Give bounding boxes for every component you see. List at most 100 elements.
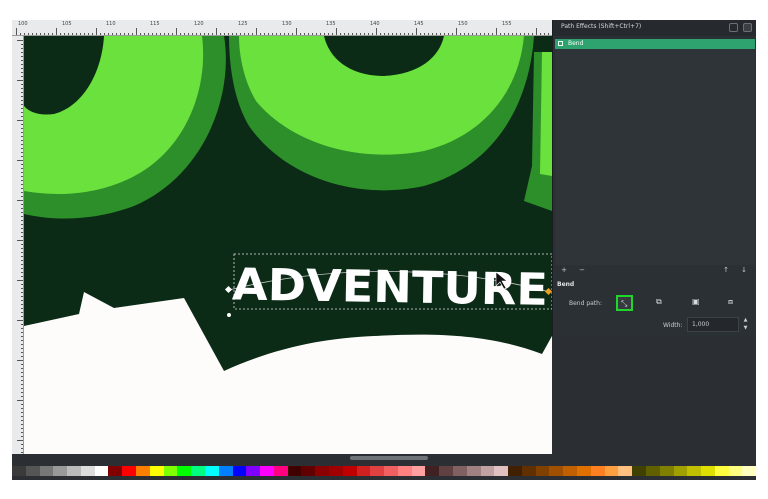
ruler-label: 125 [238,21,248,27]
color-swatch[interactable] [618,466,633,476]
color-swatch[interactable] [218,466,233,476]
color-swatch[interactable] [604,466,619,476]
artwork-svg: ADVENTURE [24,36,552,454]
ruler-tick [256,28,257,35]
edit-on-canvas-button[interactable]: ⤡ [616,295,633,311]
color-swatch[interactable] [232,466,247,476]
bend-path-label: Bend path: [569,300,602,307]
color-swatch[interactable] [163,466,178,476]
ruler-tick [336,28,337,35]
effect-visible-icon[interactable] [558,41,563,46]
color-swatch[interactable] [136,466,150,476]
color-swatch[interactable] [384,466,398,476]
ruler-label: 150 [458,21,468,27]
remove-effect-button[interactable]: − [577,266,587,274]
link-path-button[interactable]: ⧈ [725,295,742,311]
effect-section-title: Bend [557,281,575,288]
ruler-tick [17,440,23,441]
color-swatch[interactable] [453,466,467,476]
color-swatch[interactable] [549,466,564,476]
color-swatch[interactable] [701,466,715,476]
color-swatch[interactable] [315,466,329,476]
color-swatch[interactable] [273,466,288,476]
horizontal-ruler[interactable]: 100 105 110 115 120 125 130 135 140 145 150 155 [12,20,552,36]
color-swatch[interactable] [425,466,440,476]
color-swatch[interactable] [480,466,495,476]
color-swatch[interactable] [260,466,274,476]
add-effect-button[interactable]: + [559,266,569,274]
width-label: Width: [663,322,683,329]
color-swatch[interactable] [287,466,302,476]
color-swatch[interactable] [397,466,412,476]
color-swatch[interactable] [301,466,316,476]
color-swatch[interactable] [191,466,205,476]
color-swatch[interactable] [204,466,219,476]
color-swatch[interactable] [80,466,95,476]
move-up-button[interactable]: ↑ [721,266,731,274]
effect-item-bend[interactable]: Bend [555,39,755,49]
color-swatch[interactable] [673,466,688,476]
copy-path-button[interactable]: ⧉ [653,295,670,311]
horizontal-scrollbar[interactable] [24,454,756,462]
vertical-ruler[interactable] [12,36,24,454]
ruler-tick [17,320,23,321]
ruler-tick [17,80,23,81]
color-swatch[interactable] [645,466,660,476]
color-swatch[interactable] [659,466,674,476]
color-swatch[interactable] [742,466,756,476]
color-swatch[interactable] [122,466,137,476]
panel-title-bar[interactable]: Path Effects (Shift+Ctrl+7) [553,20,756,36]
color-swatch[interactable] [25,466,40,476]
adventure-text[interactable]: ADVENTURE [232,259,549,316]
color-swatch[interactable] [53,466,68,476]
panel-options-icon[interactable] [729,23,738,32]
ruler-tick [496,28,497,35]
color-swatch[interactable] [246,466,261,476]
color-swatch[interactable] [577,466,591,476]
color-swatch[interactable] [356,466,371,476]
width-decrease-icon[interactable]: ▼ [741,325,750,332]
ruler-label: 130 [282,21,292,27]
ruler-label: 145 [414,21,424,27]
color-swatch[interactable] [439,466,453,476]
bend-node-handle[interactable] [227,313,231,317]
color-swatch[interactable] [328,466,343,476]
color-swatch[interactable] [590,466,605,476]
color-swatch[interactable] [39,466,54,476]
color-swatch[interactable] [370,466,385,476]
ruler-label: 140 [370,21,380,27]
color-swatch[interactable] [67,466,81,476]
color-swatch[interactable] [728,466,743,476]
color-swatch[interactable] [508,466,522,476]
drawing-canvas[interactable]: ADVENTURE [24,36,552,454]
ruler-tick [56,28,57,35]
color-swatch[interactable] [494,466,509,476]
color-swatch[interactable] [149,466,164,476]
ruler-tick [17,280,23,281]
color-swatch[interactable] [535,466,550,476]
color-swatch[interactable] [12,466,26,476]
color-swatch[interactable] [342,466,357,476]
color-swatch[interactable] [108,466,123,476]
ruler-tick [456,28,457,35]
link-clone-icon: ⧈ [728,297,734,306]
effect-list[interactable]: Bend [555,39,755,265]
color-swatch[interactable] [94,466,109,476]
color-swatch[interactable] [411,466,426,476]
color-swatch[interactable] [177,466,192,476]
path-effects-panel: Path Effects (Shift+Ctrl+7) Bend + − ↑ ↓… [552,20,756,336]
color-swatch[interactable] [714,466,729,476]
color-swatch[interactable] [632,466,646,476]
color-swatch[interactable] [466,466,481,476]
move-down-button[interactable]: ↓ [739,266,749,274]
ruler-label: 100 [18,21,28,27]
scrollbar-thumb[interactable] [350,456,428,460]
color-swatch[interactable] [521,466,536,476]
width-increase-icon[interactable]: ▲ [741,317,750,324]
panel-close-icon[interactable] [743,23,752,32]
copy-icon: ⧉ [656,297,662,306]
width-input[interactable]: 1,000 [687,317,739,332]
paste-path-button[interactable]: ▣ [689,295,706,311]
color-swatch[interactable] [687,466,702,476]
color-swatch[interactable] [563,466,578,476]
